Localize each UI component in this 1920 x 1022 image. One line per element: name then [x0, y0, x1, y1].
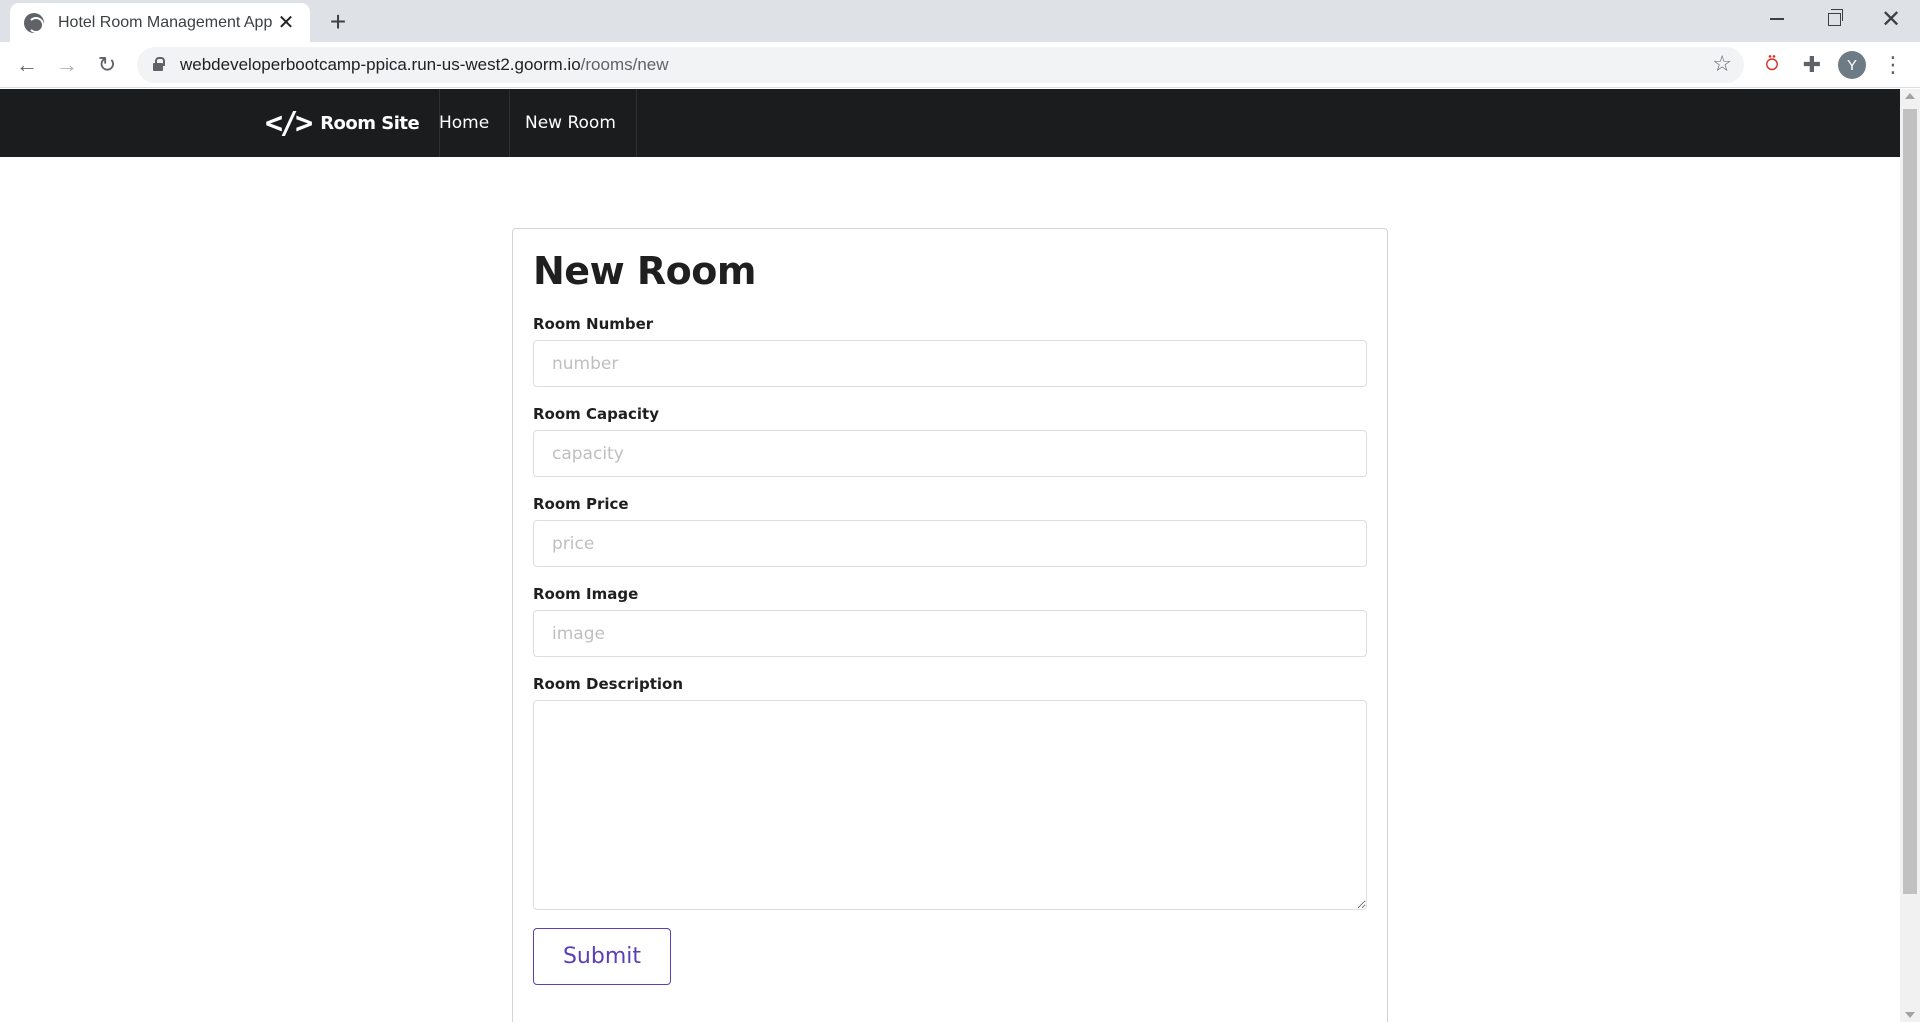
room-image-label: Room Image — [533, 585, 639, 603]
scroll-up-arrow-icon[interactable] — [1905, 93, 1915, 99]
scroll-down-arrow-icon[interactable] — [1905, 1012, 1915, 1018]
room-description-label: Room Description — [533, 675, 684, 693]
minimize-icon — [1770, 18, 1784, 20]
room-price-field: Room Price — [533, 495, 1367, 567]
close-window-button[interactable]: ✕ — [1862, 0, 1920, 38]
site-navbar: </> Room Site Home New Room — [0, 89, 1900, 157]
scrollbar-thumb[interactable] — [1903, 109, 1917, 894]
room-price-input[interactable] — [533, 520, 1367, 567]
more-menu-icon[interactable]: ⋮ — [1877, 49, 1909, 81]
room-description-textarea[interactable] — [533, 700, 1367, 910]
room-capacity-label: Room Capacity — [533, 405, 659, 423]
minimize-button[interactable] — [1748, 0, 1806, 38]
restore-icon — [1827, 8, 1843, 26]
forward-arrow-icon[interactable]: → — [51, 49, 83, 81]
address-bar[interactable]: webdeveloperbootcamp-ppica.run-us-west2.… — [137, 47, 1744, 83]
brand-name: Room Site — [320, 112, 420, 134]
reload-icon[interactable]: ↻ — [91, 49, 123, 81]
room-price-label: Room Price — [533, 495, 629, 513]
back-arrow-icon[interactable]: ← — [11, 49, 43, 81]
room-capacity-field: Room Capacity — [533, 405, 1367, 477]
restore-button[interactable] — [1805, 0, 1863, 38]
page-scrollbar[interactable] — [1900, 89, 1920, 1022]
browser-tab[interactable]: Hotel Room Management App ✕ — [10, 3, 310, 42]
nav-link-new-room[interactable]: New Room — [505, 89, 637, 157]
room-number-input[interactable] — [533, 340, 1367, 387]
room-number-label: Room Number — [533, 315, 654, 333]
submit-button[interactable]: Submit — [533, 928, 671, 985]
room-description-field: Room Description — [533, 675, 1367, 910]
url-text[interactable]: webdeveloperbootcamp-ppica.run-us-west2.… — [180, 55, 669, 75]
page-viewport: </> Room Site Home New Room New Room Roo… — [0, 89, 1900, 1022]
globe-icon — [24, 12, 44, 33]
room-image-field: Room Image — [533, 585, 1367, 657]
room-capacity-input[interactable] — [533, 430, 1367, 477]
extensions-puzzle-icon[interactable]: ✚ — [1796, 49, 1828, 81]
bookmark-star-icon[interactable]: ☆ — [1712, 51, 1732, 77]
extension-shield-icon[interactable]: ⍥ — [1756, 49, 1788, 81]
browser-tab-strip: Hotel Room Management App ✕ + ✕ — [0, 0, 1920, 42]
brand-link[interactable]: </> Room Site — [249, 89, 441, 157]
url-path: /rooms/new — [580, 55, 669, 74]
page-title: New Room — [533, 249, 756, 293]
url-host: webdeveloperbootcamp-ppica.run-us-west2.… — [180, 55, 581, 74]
new-room-form: New Room Room Number Room Capacity Room … — [512, 228, 1388, 1022]
nav-link-home[interactable]: Home — [419, 89, 511, 157]
room-image-input[interactable] — [533, 610, 1367, 657]
browser-toolbar: ← → ↻ webdeveloperbootcamp-ppica.run-us-… — [0, 42, 1920, 88]
room-number-field: Room Number — [533, 315, 1367, 387]
profile-avatar[interactable]: Y — [1838, 51, 1866, 79]
tab-title: Hotel Room Management App — [58, 13, 273, 31]
code-icon: </> — [265, 105, 313, 141]
lock-icon[interactable] — [153, 57, 165, 71]
new-tab-button[interactable]: + — [322, 6, 354, 38]
close-tab-icon[interactable]: ✕ — [274, 11, 298, 35]
